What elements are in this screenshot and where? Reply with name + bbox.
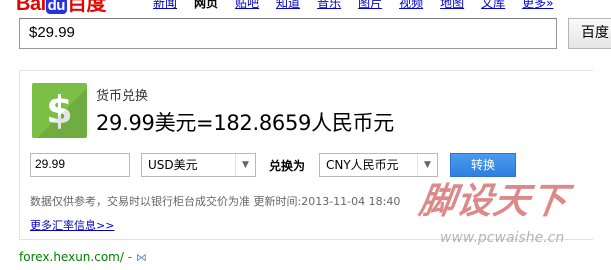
bow-icon[interactable]: ⋈ <box>136 251 147 264</box>
source-url-text[interactable]: forex.hexun.com/ <box>19 250 124 264</box>
dollar-sign-icon: $ <box>32 83 87 138</box>
dollar-glyph: $ <box>46 88 73 132</box>
source-sep: - <box>123 250 136 264</box>
logo-paw-du: du <box>45 0 67 14</box>
card-title: 货币兑换 <box>96 89 149 104</box>
nav-map[interactable]: 地图 <box>440 0 464 10</box>
nav-video[interactable]: 视频 <box>399 0 423 10</box>
convert-to-label: 兑换为 <box>269 159 306 173</box>
chevron-down-icon[interactable]: ▼ <box>235 154 255 176</box>
more-rates-link[interactable]: 更多汇率信息>> <box>30 217 114 233</box>
search-results-page: Bai du 百度 新闻 网页 贴吧 知道 音乐 图片 视频 地图 文库 更多» $… <box>0 0 611 270</box>
nav-more[interactable]: 更多» <box>522 0 553 10</box>
to-currency-select[interactable]: CNY人民币元 ▼ <box>319 153 438 177</box>
from-currency-value: USD美元 <box>148 158 198 172</box>
nav-zhidao[interactable]: 知道 <box>276 0 300 10</box>
amount-input[interactable]: 29.99 <box>30 153 130 177</box>
search-button[interactable]: 百度 <box>568 18 611 49</box>
nav-tieba[interactable]: 贴吧 <box>235 0 259 10</box>
conversion-result: 29.99美元=182.8659人民币元 <box>96 111 394 135</box>
watermark-url: www.pcwaishe.cn <box>440 230 565 246</box>
disclaimer-text: 数据仅供参考，交易时以银行柜台成交价为准 更新时间:2013-11-04 18:… <box>30 195 401 208</box>
nav-news[interactable]: 新闻 <box>153 0 177 10</box>
logo-text-bai: Bai <box>16 0 46 15</box>
logo-text-cn: 百度 <box>66 0 107 15</box>
watermark-logo: 脚设天下 <box>416 181 571 222</box>
baidu-logo[interactable]: Bai du 百度 <box>16 0 106 16</box>
top-nav: 新闻 网页 贴吧 知道 音乐 图片 视频 地图 文库 更多» <box>153 0 553 10</box>
source-url[interactable]: forex.hexun.com/ - ⋈ <box>19 250 147 264</box>
nav-images[interactable]: 图片 <box>358 0 382 10</box>
to-currency-value: CNY人民币元 <box>326 158 399 172</box>
nav-web[interactable]: 网页 <box>194 0 218 10</box>
from-currency-select[interactable]: USD美元 ▼ <box>141 153 256 177</box>
search-input[interactable]: $29.99 <box>19 18 557 49</box>
nav-wenku[interactable]: 文库 <box>481 0 505 10</box>
nav-music[interactable]: 音乐 <box>317 0 341 10</box>
